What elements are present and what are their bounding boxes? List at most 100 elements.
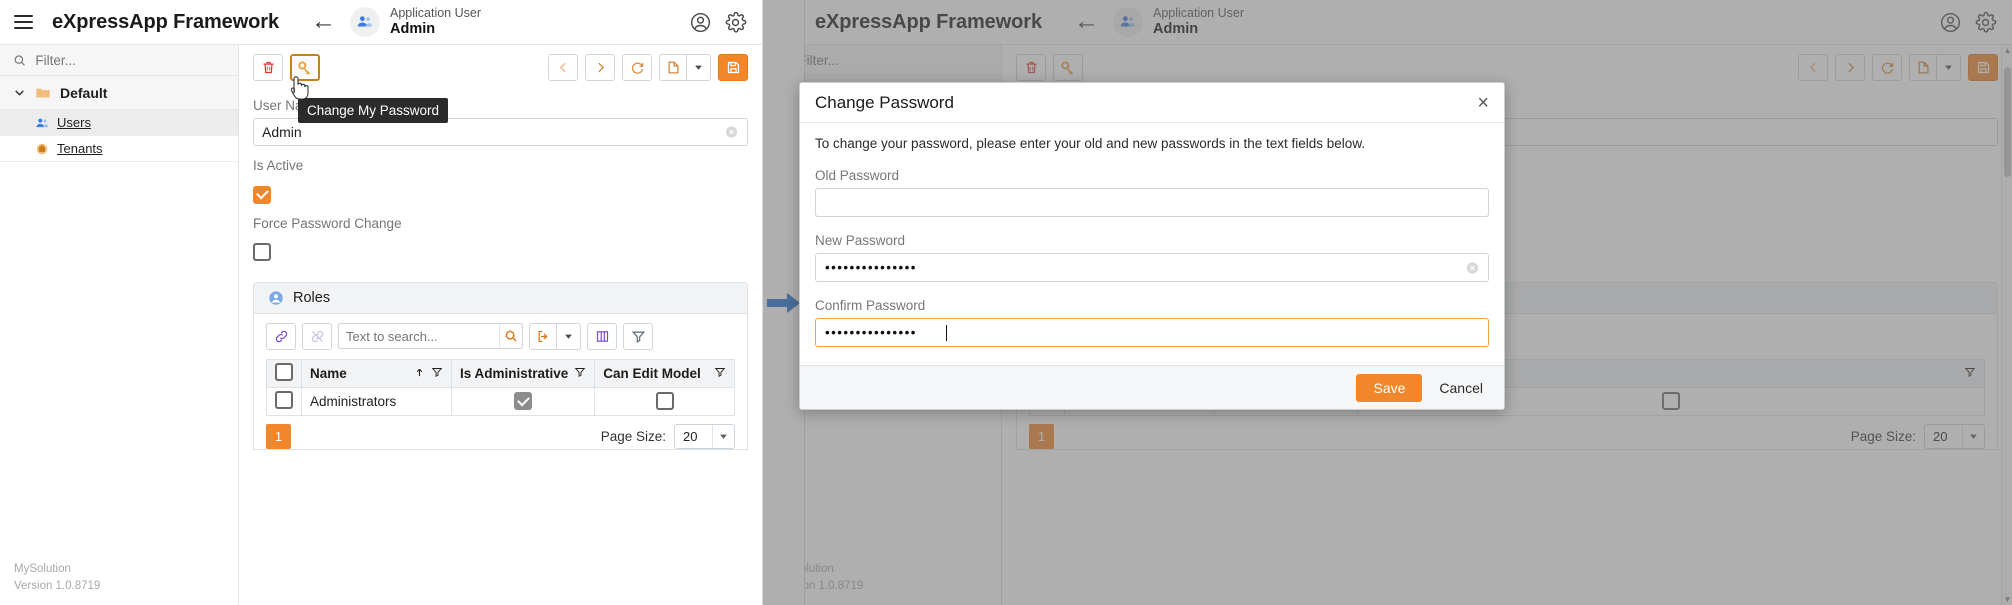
folder-icon bbox=[36, 88, 50, 97]
column-header-can-edit-model[interactable]: Can Edit Model bbox=[594, 358, 735, 388]
page-number-1[interactable]: 1 bbox=[266, 423, 291, 449]
account-icon[interactable] bbox=[689, 11, 712, 34]
column-filter-icon[interactable] bbox=[431, 366, 443, 381]
chevron-down-icon bbox=[695, 65, 702, 70]
page-size-select[interactable]: 20 bbox=[674, 423, 735, 449]
back-arrow-icon[interactable]: ← bbox=[307, 9, 340, 34]
dialog-title: Change Password bbox=[815, 92, 954, 112]
refresh-button[interactable] bbox=[622, 54, 652, 81]
sidebar-group-default[interactable]: Default bbox=[0, 76, 238, 110]
footer-version: Version 1.0.8719 bbox=[14, 579, 101, 592]
trash-icon bbox=[263, 61, 273, 74]
menu-icon[interactable] bbox=[0, 0, 46, 45]
app-window-after: eXpressApp Framework ← Application User … bbox=[763, 0, 2012, 605]
column-label: Can Edit Model bbox=[603, 365, 701, 381]
save-button[interactable] bbox=[718, 54, 748, 81]
sidebar-filter-input[interactable] bbox=[35, 52, 225, 68]
is-active-checkbox[interactable] bbox=[253, 185, 271, 204]
choose-columns-button[interactable] bbox=[587, 322, 617, 350]
export-button[interactable] bbox=[529, 322, 557, 350]
filter-icon bbox=[631, 331, 645, 343]
table-row[interactable]: Administrators bbox=[266, 386, 735, 416]
column-filter-icon[interactable] bbox=[714, 366, 726, 381]
confirm-password-label: Confirm Password bbox=[815, 298, 926, 313]
cell-is-administrative bbox=[450, 386, 596, 416]
sidebar-item-label: Users bbox=[57, 115, 91, 130]
row-select-cell bbox=[266, 386, 302, 416]
sidebar-item-label: Tenants bbox=[57, 141, 103, 156]
gear-icon[interactable] bbox=[724, 11, 747, 34]
dialog-save-button[interactable]: Save bbox=[1356, 373, 1423, 402]
role-icon bbox=[269, 290, 283, 305]
page-size-value: 20 bbox=[683, 428, 698, 444]
unlink-icon bbox=[311, 330, 323, 342]
dialog-cancel-button[interactable]: Cancel bbox=[1433, 374, 1489, 402]
unlink-button[interactable] bbox=[302, 322, 332, 350]
brand-title: eXpressApp Framework bbox=[52, 10, 279, 33]
top-bar-before: eXpressApp Framework ← Application User … bbox=[0, 0, 762, 45]
clear-icon[interactable] bbox=[1465, 260, 1480, 275]
new-password-label: New Password bbox=[815, 233, 906, 248]
export-split-button[interactable] bbox=[529, 322, 581, 350]
sort-asc-icon[interactable] bbox=[414, 366, 425, 381]
is-active-label: Is Active bbox=[253, 158, 304, 173]
dialog-header: Change Password × bbox=[800, 83, 1504, 123]
dialog-body: To change your password, please enter yo… bbox=[800, 123, 1504, 365]
select-all-checkbox[interactable] bbox=[275, 362, 293, 381]
sidebar-filter-row[interactable] bbox=[0, 45, 238, 76]
save-icon bbox=[727, 61, 739, 74]
previous-object-button[interactable] bbox=[548, 54, 578, 81]
page-size-label: Page Size: bbox=[600, 428, 666, 444]
chevron-right-icon bbox=[597, 62, 604, 73]
new-password-input[interactable] bbox=[815, 253, 1489, 282]
roles-search-box[interactable] bbox=[338, 323, 523, 349]
chevron-left-icon bbox=[559, 62, 566, 73]
new-button[interactable] bbox=[659, 54, 687, 81]
tooltip: Change My Password bbox=[298, 98, 449, 123]
key-icon bbox=[298, 60, 311, 75]
link-button[interactable] bbox=[266, 322, 296, 350]
column-filter-icon[interactable] bbox=[574, 366, 586, 381]
column-label: Is Administrative bbox=[460, 365, 569, 381]
confirm-password-input[interactable] bbox=[815, 318, 1489, 347]
clear-icon[interactable] bbox=[724, 125, 739, 140]
column-label: Name bbox=[310, 365, 347, 381]
search-icon bbox=[14, 54, 25, 66]
link-icon bbox=[275, 330, 287, 342]
column-header-name[interactable]: Name bbox=[301, 358, 452, 388]
screenshot-stage: eXpressApp Framework ← Application User … bbox=[0, 0, 2012, 605]
search-icon bbox=[505, 330, 517, 342]
chevron-down-icon bbox=[15, 90, 24, 96]
footer-solution: MySolution bbox=[14, 562, 71, 575]
new-dropdown-button[interactable] bbox=[687, 54, 711, 81]
filter-editor-button[interactable] bbox=[623, 322, 653, 350]
roles-search-input[interactable] bbox=[339, 328, 499, 344]
sidebar-item-users[interactable]: Users bbox=[0, 110, 238, 136]
can-edit-model-checkbox bbox=[655, 392, 674, 410]
dialog-description: To change your password, please enter yo… bbox=[815, 136, 1366, 151]
roles-card: Roles bbox=[253, 281, 748, 450]
sidebar-footer: MySolution Version 1.0.8719 bbox=[0, 561, 238, 605]
delete-button[interactable] bbox=[253, 54, 283, 81]
roles-grid: Name Is Administrative Can Edit Model Ad… bbox=[266, 358, 735, 416]
tenant-icon bbox=[36, 143, 48, 154]
select-all-header bbox=[266, 358, 302, 388]
close-icon[interactable]: × bbox=[1477, 93, 1489, 113]
new-split-button[interactable] bbox=[659, 54, 711, 81]
next-object-button[interactable] bbox=[585, 54, 615, 81]
chevron-down-icon[interactable] bbox=[712, 424, 734, 448]
roles-pager: 1 Page Size: 20 bbox=[254, 416, 747, 449]
sidebar-item-tenants[interactable]: Tenants bbox=[0, 136, 238, 162]
roles-search-button[interactable] bbox=[498, 324, 522, 348]
old-password-input[interactable] bbox=[815, 188, 1489, 217]
force-password-change-checkbox[interactable] bbox=[253, 242, 271, 261]
export-icon bbox=[538, 330, 548, 342]
column-header-is-administrative[interactable]: Is Administrative bbox=[450, 358, 596, 388]
row-select-checkbox[interactable] bbox=[275, 390, 293, 409]
roles-card-toolbar bbox=[254, 314, 747, 359]
change-password-button[interactable] bbox=[290, 54, 320, 81]
roles-card-header: Roles bbox=[254, 282, 747, 314]
chevron-down-icon bbox=[565, 334, 572, 339]
detail-toolbar bbox=[239, 45, 762, 86]
export-dropdown-button[interactable] bbox=[557, 322, 581, 350]
